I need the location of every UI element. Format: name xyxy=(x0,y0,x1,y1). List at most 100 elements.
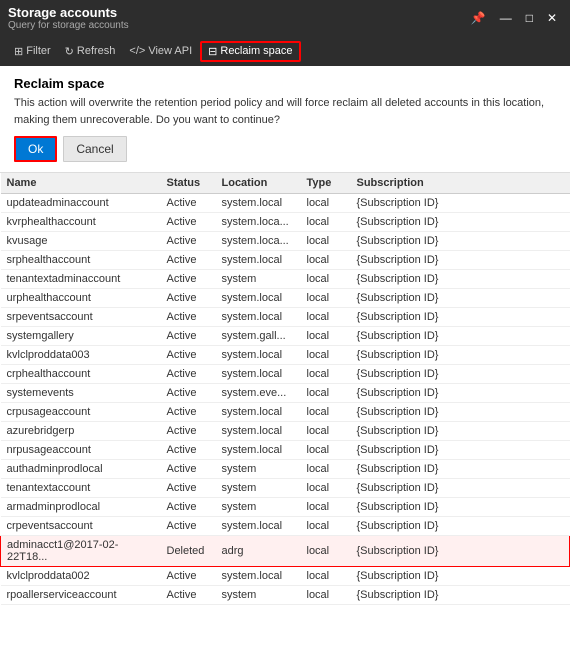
refresh-button[interactable]: ↻ Refresh xyxy=(59,43,122,60)
close-button[interactable]: ✕ xyxy=(542,9,562,27)
cell-name: updateadminaccount xyxy=(1,194,161,213)
cell-type: local xyxy=(301,479,351,498)
cell-type: local xyxy=(301,586,351,605)
cancel-button[interactable]: Cancel xyxy=(63,136,126,162)
ok-button[interactable]: Ok xyxy=(14,136,57,162)
cell-name: authadminprodlocal xyxy=(1,460,161,479)
table-row[interactable]: crpeventsaccountActivesystem.locallocal{… xyxy=(1,517,570,536)
cell-subscription: {Subscription ID} xyxy=(351,567,570,586)
title-bar-left: Storage accounts Query for storage accou… xyxy=(8,5,129,31)
cell-type: local xyxy=(301,289,351,308)
cell-status: Active xyxy=(161,232,216,251)
cell-type: local xyxy=(301,441,351,460)
view-api-label: View API xyxy=(148,45,192,57)
cell-location: system xyxy=(216,498,301,517)
cell-location: system.local xyxy=(216,441,301,460)
cell-type: local xyxy=(301,194,351,213)
filter-button[interactable]: ⊞ Filter xyxy=(8,43,57,60)
cell-name: urphealthaccount xyxy=(1,289,161,308)
table-row[interactable]: kvlclproddata002Activesystem.locallocal{… xyxy=(1,567,570,586)
cell-status: Active xyxy=(161,270,216,289)
reclaim-actions: Ok Cancel xyxy=(14,136,556,162)
cell-subscription: {Subscription ID} xyxy=(351,327,570,346)
pin-button[interactable]: 📌 xyxy=(466,9,491,27)
table-row[interactable]: urphealthaccountActivesystem.locallocal{… xyxy=(1,289,570,308)
cell-location: system.local xyxy=(216,194,301,213)
cell-status: Deleted xyxy=(161,536,216,567)
reclaim-space-button[interactable]: ⊟ Reclaim space xyxy=(200,41,300,62)
cell-location: system xyxy=(216,479,301,498)
reclaim-icon: ⊟ xyxy=(208,45,217,58)
cell-type: local xyxy=(301,460,351,479)
cell-location: system.gall... xyxy=(216,327,301,346)
table-row[interactable]: authadminprodlocalActivesystemlocal{Subs… xyxy=(1,460,570,479)
table-row[interactable]: kvusageActivesystem.loca...local{Subscri… xyxy=(1,232,570,251)
reclaim-title: Reclaim space xyxy=(14,76,556,91)
col-header-status: Status xyxy=(161,173,216,194)
table-row[interactable]: adminacct1@2017-02-22T18...Deletedadrglo… xyxy=(1,536,570,567)
cell-subscription: {Subscription ID} xyxy=(351,384,570,403)
cell-subscription: {Subscription ID} xyxy=(351,479,570,498)
table-row[interactable]: crpusageaccountActivesystem.locallocal{S… xyxy=(1,403,570,422)
cell-location: system.local xyxy=(216,567,301,586)
col-header-location: Location xyxy=(216,173,301,194)
main-window: Storage accounts Query for storage accou… xyxy=(0,0,570,661)
table-row[interactable]: tenantextaccountActivesystemlocal{Subscr… xyxy=(1,479,570,498)
cell-type: local xyxy=(301,232,351,251)
cell-status: Active xyxy=(161,498,216,517)
cell-location: system.loca... xyxy=(216,232,301,251)
table-row[interactable]: kvlclproddata003Activesystem.locallocal{… xyxy=(1,346,570,365)
table-row[interactable]: kvrphealthaccountActivesystem.loca...loc… xyxy=(1,213,570,232)
cell-status: Active xyxy=(161,194,216,213)
cell-location: system.local xyxy=(216,308,301,327)
cell-type: local xyxy=(301,384,351,403)
cell-type: local xyxy=(301,567,351,586)
table-row[interactable]: rpoallerserviceaccountActivesystemlocal{… xyxy=(1,586,570,605)
cell-type: local xyxy=(301,213,351,232)
cell-status: Active xyxy=(161,441,216,460)
cell-status: Active xyxy=(161,346,216,365)
cell-location: system.local xyxy=(216,365,301,384)
refresh-label: Refresh xyxy=(77,45,116,57)
cell-subscription: {Subscription ID} xyxy=(351,194,570,213)
cell-subscription: {Subscription ID} xyxy=(351,586,570,605)
table-row[interactable]: systemeventsActivesystem.eve...local{Sub… xyxy=(1,384,570,403)
cell-name: tenantextadminaccount xyxy=(1,270,161,289)
cell-status: Active xyxy=(161,308,216,327)
table-row[interactable]: systemgalleryActivesystem.gall...local{S… xyxy=(1,327,570,346)
cell-location: system.local xyxy=(216,422,301,441)
table-row[interactable]: srpeventsaccountActivesystem.locallocal{… xyxy=(1,308,570,327)
cell-subscription: {Subscription ID} xyxy=(351,270,570,289)
cell-name: systemevents xyxy=(1,384,161,403)
cell-type: local xyxy=(301,517,351,536)
maximize-button[interactable]: □ xyxy=(521,9,538,27)
cell-subscription: {Subscription ID} xyxy=(351,232,570,251)
table-row[interactable]: tenantextadminaccountActivesystemlocal{S… xyxy=(1,270,570,289)
cell-status: Active xyxy=(161,403,216,422)
table-row[interactable]: nrpusageaccountActivesystem.locallocal{S… xyxy=(1,441,570,460)
cell-name: armadminprodlocal xyxy=(1,498,161,517)
refresh-icon: ↻ xyxy=(65,45,74,58)
minimize-button[interactable]: — xyxy=(495,9,517,27)
cell-status: Active xyxy=(161,517,216,536)
table-row[interactable]: srphealthaccountActivesystem.locallocal{… xyxy=(1,251,570,270)
cell-subscription: {Subscription ID} xyxy=(351,289,570,308)
title-bar: Storage accounts Query for storage accou… xyxy=(0,0,570,36)
table-row[interactable]: azurebridgerpActivesystem.locallocal{Sub… xyxy=(1,422,570,441)
reclaim-label: Reclaim space xyxy=(220,45,292,57)
cell-status: Active xyxy=(161,251,216,270)
cell-name: kvlclproddata003 xyxy=(1,346,161,365)
cell-subscription: {Subscription ID} xyxy=(351,365,570,384)
cell-location: system xyxy=(216,586,301,605)
cell-subscription: {Subscription ID} xyxy=(351,403,570,422)
table-row[interactable]: armadminprodlocalActivesystemlocal{Subsc… xyxy=(1,498,570,517)
table-row[interactable]: crphealthaccountActivesystem.locallocal{… xyxy=(1,365,570,384)
cell-subscription: {Subscription ID} xyxy=(351,251,570,270)
reclaim-banner: Reclaim space This action will overwrite… xyxy=(0,66,570,173)
view-api-button[interactable]: </> View API xyxy=(123,43,198,59)
table-row[interactable]: updateadminaccountActivesystem.localloca… xyxy=(1,194,570,213)
cell-subscription: {Subscription ID} xyxy=(351,441,570,460)
cell-subscription: {Subscription ID} xyxy=(351,536,570,567)
cell-location: system.local xyxy=(216,251,301,270)
table-container[interactable]: Name Status Location Type Subscription u… xyxy=(0,173,570,661)
